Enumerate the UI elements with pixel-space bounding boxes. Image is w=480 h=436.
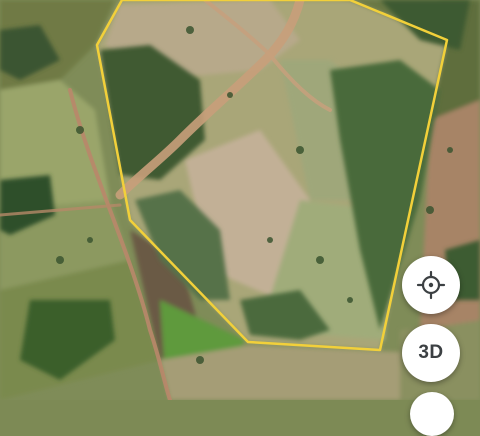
crosshair-icon <box>416 270 446 300</box>
toggle-3d-label: 3D <box>418 342 444 363</box>
map-layers-button[interactable] <box>410 392 454 436</box>
toggle-3d-button[interactable]: 3D <box>402 324 460 382</box>
locate-me-button[interactable] <box>402 256 460 314</box>
